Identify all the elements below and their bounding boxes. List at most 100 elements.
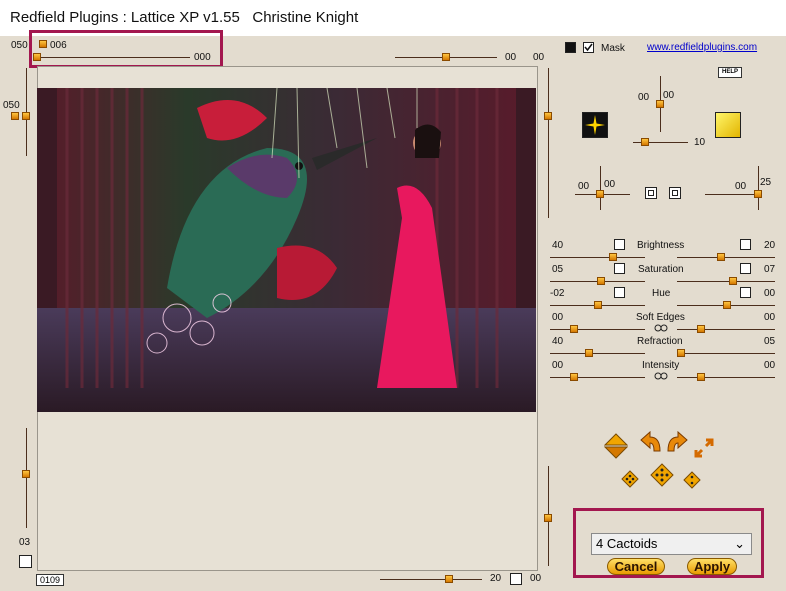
refraction-left-thumb[interactable]	[585, 349, 593, 357]
right-lower-slider-thumb[interactable]	[544, 514, 552, 522]
brightness-left-thumb[interactable]	[609, 253, 617, 261]
hue-label: Hue	[652, 288, 671, 299]
hue-left-value: -02	[550, 288, 565, 299]
left-lower-slider-thumb[interactable]	[22, 470, 30, 478]
bottom-checkbox[interactable]	[510, 573, 522, 585]
right-slider-track[interactable]	[548, 68, 549, 218]
dice-icon[interactable]	[621, 470, 639, 491]
left-lower-value: 03	[19, 537, 31, 548]
toggle-button-a[interactable]	[645, 187, 657, 199]
param-slider-track[interactable]	[36, 57, 190, 58]
saturation-right-track[interactable]	[677, 281, 775, 282]
preset-dropdown[interactable]: 4 Cactoids ⌄	[591, 533, 752, 555]
check-icon	[584, 43, 593, 52]
mask-label: Mask	[601, 43, 625, 54]
cancel-button[interactable]: Cancel	[607, 558, 665, 575]
rotate-right-icon[interactable]	[664, 430, 690, 456]
intensity-left-track[interactable]	[550, 377, 645, 378]
param-slider-thumb[interactable]	[33, 53, 41, 61]
light2-thumb[interactable]	[596, 190, 604, 198]
left-slider-thumb-a[interactable]	[11, 112, 19, 120]
right-slider-thumb[interactable]	[544, 112, 552, 120]
light-vertical-thumb[interactable]	[656, 100, 664, 108]
refraction-left-value: 40	[552, 336, 564, 347]
light-value-e: 00	[604, 179, 616, 190]
param-slider-thumb-small[interactable]	[39, 40, 47, 48]
help-button[interactable]: HELP	[718, 67, 742, 78]
light3-horizontal-track[interactable]	[705, 194, 760, 195]
brightness-right-checkbox[interactable]	[740, 239, 751, 250]
top-slider-value-a: 00	[505, 52, 517, 63]
intensity-left-value: 00	[552, 360, 564, 371]
intensity-right-thumb[interactable]	[697, 373, 705, 381]
hue-left-checkbox[interactable]	[614, 287, 625, 298]
hue-right-value: 00	[764, 288, 776, 299]
redfield-link[interactable]: www.redfieldplugins.com	[647, 42, 757, 53]
brightness-left-value: 40	[552, 240, 564, 251]
brightness-right-track[interactable]	[677, 257, 775, 258]
top-slider-value-b: 00	[533, 52, 545, 63]
light3-vertical-track[interactable]	[758, 166, 759, 210]
dice-icon[interactable]	[650, 463, 674, 490]
preset-selected: 4 Cactoids	[596, 536, 658, 551]
left-lower-checkbox[interactable]	[19, 555, 32, 568]
light-color-swatch-left[interactable]	[582, 112, 608, 138]
hue-right-thumb[interactable]	[723, 301, 731, 309]
frame-counter: 0109	[36, 574, 64, 586]
saturation-left-thumb[interactable]	[597, 277, 605, 285]
light-value-c: 10	[694, 137, 706, 148]
left-slider-thumb-b[interactable]	[22, 112, 30, 120]
param-value-b: 006	[50, 40, 67, 51]
refraction-right-track[interactable]	[677, 353, 775, 354]
bottom-slider-track[interactable]	[380, 579, 482, 580]
soft-edges-left-thumb[interactable]	[570, 325, 578, 333]
intensity-right-track[interactable]	[677, 377, 775, 378]
soft-edges-right-thumb[interactable]	[697, 325, 705, 333]
apply-button[interactable]: Apply	[687, 558, 737, 575]
brightness-left-track[interactable]	[550, 257, 645, 258]
bottom-slider-value-a: 20	[490, 573, 502, 584]
saturation-right-thumb[interactable]	[729, 277, 737, 285]
intensity-label: Intensity	[642, 360, 680, 371]
saturation-right-checkbox[interactable]	[740, 263, 751, 274]
hue-right-checkbox[interactable]	[740, 287, 751, 298]
link-icon[interactable]	[654, 372, 668, 380]
light-horizontal-thumb[interactable]	[641, 138, 649, 146]
expand-arrows-icon[interactable]	[694, 438, 714, 461]
top-slider-thumb[interactable]	[442, 53, 450, 61]
light-value-g: 25	[760, 177, 772, 188]
toggle-button-b[interactable]	[669, 187, 681, 199]
param-value-a: 050	[11, 40, 28, 51]
refraction-right-thumb[interactable]	[677, 349, 685, 357]
saturation-left-checkbox[interactable]	[614, 263, 625, 274]
light2-vertical-track[interactable]	[600, 166, 601, 210]
soft-edges-label: Soft Edges	[636, 312, 685, 323]
brightness-left-checkbox[interactable]	[614, 239, 625, 250]
saturation-label: Saturation	[638, 264, 684, 275]
mask-checkbox[interactable]	[583, 42, 594, 53]
soft-edges-right-track[interactable]	[677, 329, 775, 330]
light-value-a: 00	[638, 92, 650, 103]
light-value-d: 00	[578, 181, 590, 192]
left-lower-slider-track[interactable]	[26, 428, 27, 528]
intensity-left-thumb[interactable]	[570, 373, 578, 381]
preview-artwork	[37, 88, 536, 412]
refraction-right-value: 05	[764, 336, 776, 347]
light-color-swatch-right[interactable]	[715, 112, 741, 138]
rotate-left-icon[interactable]	[638, 430, 664, 456]
intensity-right-value: 00	[764, 360, 776, 371]
soft-edges-left-track[interactable]	[550, 329, 645, 330]
param-value-c: 000	[194, 52, 211, 63]
refraction-label: Refraction	[637, 336, 683, 347]
dice-icon[interactable]	[683, 471, 701, 492]
saturation-right-value: 07	[764, 264, 776, 275]
mask-color-toggle[interactable]	[565, 42, 576, 53]
refraction-left-track[interactable]	[550, 353, 645, 354]
link-icon[interactable]	[654, 324, 668, 332]
diamond-icon[interactable]	[603, 433, 629, 462]
brightness-right-thumb[interactable]	[717, 253, 725, 261]
left-slider-value: 050	[3, 100, 20, 111]
hue-left-thumb[interactable]	[594, 301, 602, 309]
bottom-slider-thumb[interactable]	[445, 575, 453, 583]
light3-thumb[interactable]	[754, 190, 762, 198]
